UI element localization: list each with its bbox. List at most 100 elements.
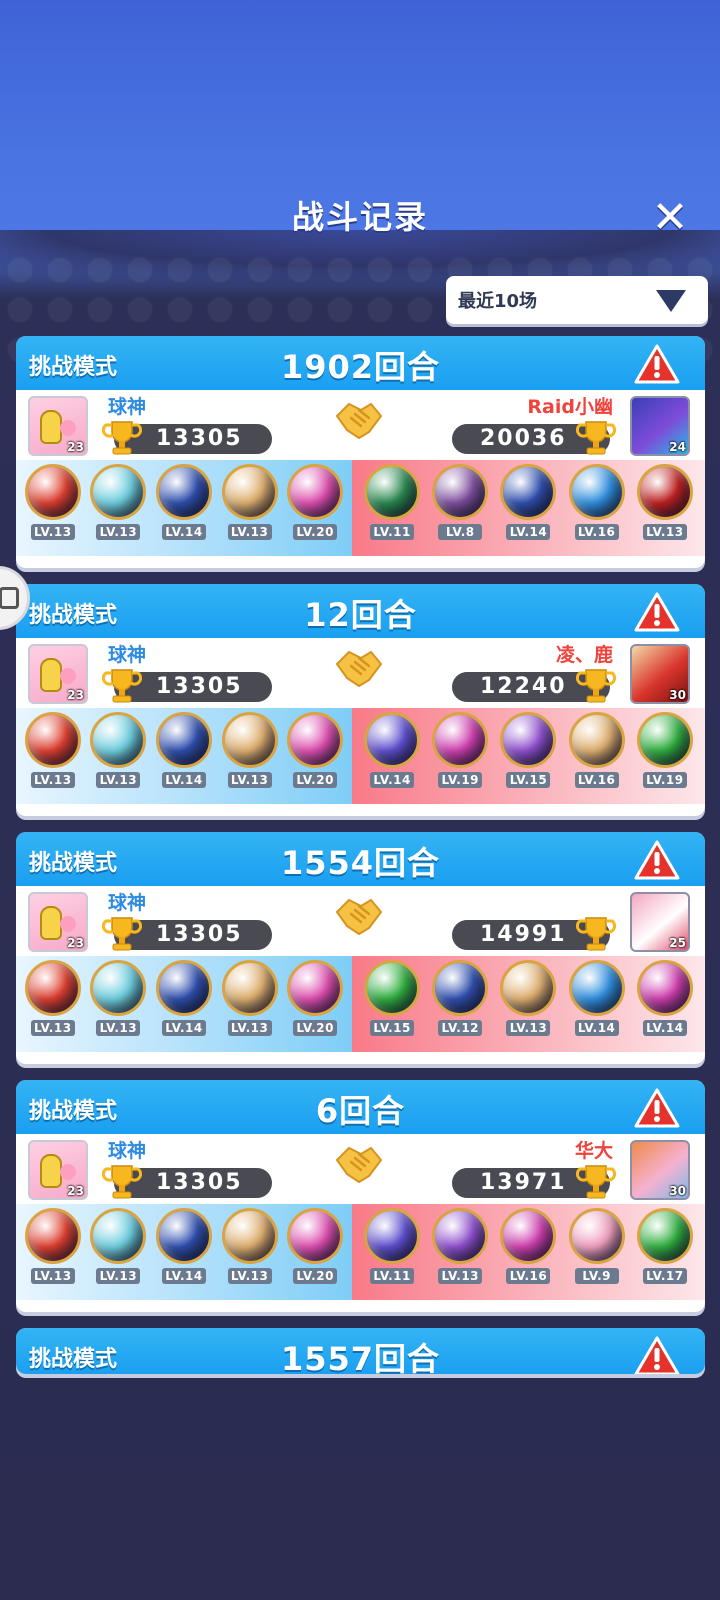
skill-orb-icon bbox=[221, 464, 278, 520]
skill-orb-icon bbox=[155, 1208, 212, 1264]
close-button[interactable]: ✕ bbox=[650, 196, 690, 240]
handshake-icon bbox=[336, 403, 382, 439]
skills-left: LV.13 LV.13 LV.14 LV.13 LV.20 bbox=[16, 956, 352, 1052]
skill-orb-icon bbox=[636, 712, 693, 768]
trophy-icon bbox=[576, 917, 616, 951]
battle-record-card[interactable]: 挑战模式 6回合 23 球神 13305 华大 13971 30 LV.13 L… bbox=[16, 1080, 705, 1312]
avatar-right[interactable]: 25 bbox=[630, 892, 690, 952]
skill-slot[interactable]: LV.8 bbox=[430, 464, 490, 540]
avatar-left[interactable]: 23 bbox=[28, 1140, 88, 1200]
skill-level: LV.13 bbox=[30, 1268, 75, 1284]
skill-orb-icon bbox=[500, 1208, 557, 1264]
skill-slot[interactable]: LV.13 bbox=[220, 464, 280, 540]
skill-slot[interactable]: LV.13 bbox=[23, 712, 83, 788]
skill-slot[interactable]: LV.16 bbox=[567, 712, 627, 788]
skill-slot[interactable]: LV.15 bbox=[498, 712, 558, 788]
skill-level: LV.19 bbox=[642, 772, 687, 788]
skills-row: LV.13 LV.13 LV.14 LV.13 LV.20 LV.11 LV.13 LV.1… bbox=[16, 1204, 705, 1300]
skill-slot[interactable]: LV.13 bbox=[430, 1208, 490, 1284]
skill-slot[interactable]: LV.13 bbox=[498, 960, 558, 1036]
skill-level: LV.13 bbox=[227, 772, 272, 788]
skill-slot[interactable]: LV.14 bbox=[154, 1208, 214, 1284]
skill-slot[interactable]: LV.13 bbox=[88, 712, 148, 788]
skill-slot[interactable]: LV.14 bbox=[154, 464, 214, 540]
battle-record-card[interactable]: 挑战模式 1554回合 23 球神 13305 14991 25 LV.13 L… bbox=[16, 832, 705, 1064]
battle-record-card-partial[interactable]: 挑战模式 1557回合 bbox=[16, 1328, 705, 1374]
rounds-count: 6回合 bbox=[315, 1092, 406, 1130]
skill-orb-icon bbox=[568, 1208, 625, 1264]
skill-level: LV.14 bbox=[161, 1268, 206, 1284]
skill-slot[interactable]: LV.13 bbox=[220, 1208, 280, 1284]
skill-slot[interactable]: LV.17 bbox=[635, 1208, 695, 1284]
skill-slot[interactable]: LV.13 bbox=[23, 1208, 83, 1284]
trophy-icon bbox=[576, 669, 616, 703]
skill-orb-icon bbox=[432, 1208, 489, 1264]
skill-slot[interactable]: LV.13 bbox=[88, 464, 148, 540]
avatar-right[interactable]: 30 bbox=[630, 1140, 690, 1200]
report-warning-icon[interactable] bbox=[634, 1336, 680, 1374]
skill-orb-icon bbox=[90, 464, 147, 520]
report-warning-icon[interactable] bbox=[634, 592, 680, 632]
avatar-level-left: 23 bbox=[67, 1184, 84, 1198]
skill-slot[interactable]: LV.14 bbox=[498, 464, 558, 540]
skill-slot[interactable]: LV.19 bbox=[635, 712, 695, 788]
player-name-right: 凌、鹿 bbox=[555, 644, 613, 666]
skill-slot[interactable]: LV.14 bbox=[154, 712, 214, 788]
skill-slot[interactable]: LV.20 bbox=[285, 464, 345, 540]
skill-slot[interactable]: LV.16 bbox=[567, 464, 627, 540]
player-name-right: 华大 bbox=[574, 1140, 613, 1162]
report-warning-icon[interactable] bbox=[634, 1088, 680, 1128]
skill-slot[interactable]: LV.14 bbox=[154, 960, 214, 1036]
handshake-icon bbox=[336, 1147, 382, 1183]
skill-slot[interactable]: LV.14 bbox=[567, 960, 627, 1036]
skill-slot[interactable]: LV.13 bbox=[220, 960, 280, 1036]
skill-slot[interactable]: LV.19 bbox=[430, 712, 490, 788]
players-row: 23 球神 13305 Raid小幽 20036 24 bbox=[16, 390, 705, 460]
avatar-left[interactable]: 23 bbox=[28, 396, 88, 456]
skill-slot[interactable]: LV.11 bbox=[362, 464, 422, 540]
skill-orb-icon bbox=[24, 712, 81, 768]
skill-slot[interactable]: LV.13 bbox=[220, 712, 280, 788]
skill-slot[interactable]: LV.20 bbox=[285, 1208, 345, 1284]
avatar-left[interactable]: 23 bbox=[28, 892, 88, 952]
skill-slot[interactable]: LV.13 bbox=[88, 1208, 148, 1284]
skill-slot[interactable]: LV.14 bbox=[362, 712, 422, 788]
skill-orb-icon bbox=[90, 1208, 147, 1264]
skill-slot[interactable]: LV.20 bbox=[285, 960, 345, 1036]
skill-level: LV.13 bbox=[227, 524, 272, 540]
skill-slot[interactable]: LV.13 bbox=[88, 960, 148, 1036]
players-row: 23 球神 13305 14991 25 bbox=[16, 886, 705, 956]
trophy-icon bbox=[102, 1165, 142, 1199]
avatar-left[interactable]: 23 bbox=[28, 644, 88, 704]
filter-dropdown[interactable]: 最近10场 bbox=[446, 276, 708, 324]
skill-slot[interactable]: LV.14 bbox=[635, 960, 695, 1036]
pet-icon bbox=[60, 420, 76, 436]
skill-orb-icon bbox=[432, 464, 489, 520]
avatar-right[interactable]: 24 bbox=[630, 396, 690, 456]
skill-slot[interactable]: LV.13 bbox=[635, 464, 695, 540]
skill-level: LV.16 bbox=[574, 772, 619, 788]
skill-slot[interactable]: LV.9 bbox=[567, 1208, 627, 1284]
skill-slot[interactable]: LV.13 bbox=[23, 464, 83, 540]
report-warning-icon[interactable] bbox=[634, 344, 680, 384]
trophy-icon bbox=[576, 1165, 616, 1199]
skill-level: LV.11 bbox=[370, 1268, 415, 1284]
skill-orb-icon bbox=[24, 464, 81, 520]
skill-orb-icon bbox=[636, 1208, 693, 1264]
skills-left: LV.13 LV.13 LV.14 LV.13 LV.20 bbox=[16, 1204, 352, 1300]
skill-slot[interactable]: LV.11 bbox=[362, 1208, 422, 1284]
character-icon bbox=[40, 1154, 62, 1188]
skill-slot[interactable]: LV.15 bbox=[362, 960, 422, 1036]
battle-record-card[interactable]: 挑战模式 1902回合 23 球神 13305 Raid小幽 20036 24 … bbox=[16, 336, 705, 568]
skill-slot[interactable]: LV.16 bbox=[498, 1208, 558, 1284]
skill-level: LV.20 bbox=[293, 772, 338, 788]
avatar-right[interactable]: 30 bbox=[630, 644, 690, 704]
skill-slot[interactable]: LV.12 bbox=[430, 960, 490, 1036]
skill-slot[interactable]: LV.13 bbox=[23, 960, 83, 1036]
report-warning-icon[interactable] bbox=[634, 840, 680, 880]
avatar-level-left: 23 bbox=[67, 688, 84, 702]
battle-record-card[interactable]: 挑战模式 12回合 23 球神 13305 凌、鹿 12240 30 LV.13… bbox=[16, 584, 705, 816]
skill-level: LV.20 bbox=[293, 524, 338, 540]
skill-slot[interactable]: LV.20 bbox=[285, 712, 345, 788]
skill-level: LV.20 bbox=[293, 1268, 338, 1284]
